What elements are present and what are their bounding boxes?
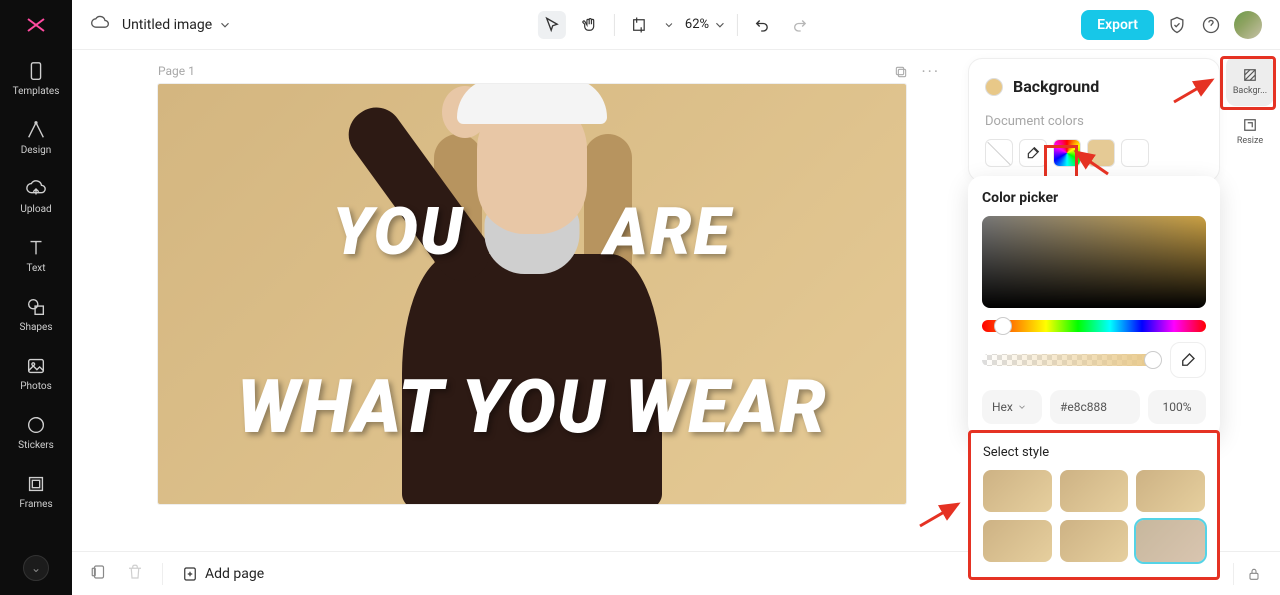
doc-colors-row (985, 139, 1203, 167)
zoom-value: 62% (685, 17, 709, 32)
style-option-2[interactable] (1060, 470, 1129, 512)
rail-label: Design (21, 145, 52, 156)
style-option-6[interactable] (1136, 520, 1205, 562)
select-style-card: Select style (968, 430, 1220, 580)
rail-design[interactable]: Design (0, 109, 72, 168)
help-icon[interactable] (1200, 14, 1222, 36)
add-page-button[interactable]: Add page (181, 565, 264, 583)
document-title-text: Untitled image (122, 17, 212, 33)
app-logo[interactable] (0, 0, 72, 50)
panel-title: Background (1013, 77, 1099, 96)
doc-colors-label: Document colors (985, 114, 1203, 129)
document-title[interactable]: Untitled image (122, 17, 232, 33)
shield-icon[interactable] (1166, 14, 1188, 36)
rail-label: Frames (19, 499, 52, 510)
swatch-tan[interactable] (1087, 139, 1115, 167)
rail-label: Templates (13, 86, 60, 97)
background-tab[interactable]: Backgr... (1226, 56, 1274, 106)
top-center-tools: 62% (538, 11, 814, 39)
hue-slider[interactable] (982, 320, 1206, 332)
separator (614, 14, 615, 36)
redo-button[interactable] (786, 11, 814, 39)
rail-more[interactable]: ⌄ (0, 555, 72, 595)
rail-templates[interactable]: Templates (0, 50, 72, 109)
opacity-thumb[interactable] (1144, 351, 1162, 369)
trash-icon[interactable] (126, 563, 144, 585)
page-label: Page 1 (158, 64, 195, 78)
style-option-5[interactable] (1060, 520, 1129, 562)
undo-button[interactable] (748, 11, 776, 39)
user-avatar[interactable] (1234, 11, 1262, 39)
saturation-field[interactable] (982, 216, 1206, 308)
swatch-white[interactable] (1121, 139, 1149, 167)
page-tools: ··· (893, 62, 940, 81)
slogan-line2[interactable]: WHAT YOU WEAR (158, 364, 906, 451)
cloud-sync-icon[interactable] (90, 13, 110, 37)
rail-shapes[interactable]: Shapes (0, 286, 72, 345)
resize-tab[interactable]: Resize (1226, 106, 1274, 156)
topbar: Untitled image 62% Export (72, 0, 1280, 50)
color-picker-title: Color picker (982, 190, 1206, 206)
lock-icon[interactable] (1246, 566, 1262, 582)
design-canvas[interactable]: YOUARE WHAT YOU WEAR (158, 84, 906, 504)
eyedropper-button[interactable] (1170, 342, 1206, 378)
opacity-slider[interactable] (982, 354, 1160, 366)
rail-label: Stickers (18, 440, 54, 451)
rail-label: Photos (20, 381, 52, 392)
chevron-down-icon (713, 18, 727, 32)
cursor-tool[interactable] (538, 11, 566, 39)
swatch-color-picker[interactable] (1053, 139, 1081, 167)
slogan-line1[interactable]: YOUARE (158, 194, 906, 271)
swatch-none[interactable] (985, 139, 1013, 167)
property-rail: Backgr... Resize (1220, 50, 1280, 170)
current-color-swatch (985, 78, 1003, 96)
select-style-title: Select style (983, 445, 1205, 460)
rail-label: Text (26, 263, 45, 274)
chevron-down-icon[interactable] (663, 19, 675, 31)
resize-tab-label: Resize (1237, 136, 1263, 146)
color-picker-popover: Color picker Hex #e8c888 100% (968, 176, 1220, 438)
left-rail: Templates Design Upload Text Shapes Phot… (0, 0, 72, 595)
rail-upload[interactable]: Upload (0, 168, 72, 227)
style-option-4[interactable] (983, 520, 1052, 562)
separator (737, 14, 738, 36)
chevron-down-icon (218, 18, 232, 32)
zoom-level[interactable]: 62% (685, 17, 727, 32)
rail-stickers[interactable]: Stickers (0, 404, 72, 463)
opacity-value[interactable]: 100% (1148, 390, 1206, 424)
top-right: Export (1081, 10, 1262, 40)
rail-text[interactable]: Text (0, 227, 72, 286)
crop-tool[interactable] (625, 11, 653, 39)
rail-label: Shapes (20, 322, 53, 333)
pages-thumb-icon[interactable] (90, 563, 108, 585)
rail-photos[interactable]: Photos (0, 345, 72, 404)
background-panel: Background × Document colors (968, 58, 1220, 182)
canvas-area: Page 1 ··· YOUARE WHAT YOU WEAR (72, 50, 960, 551)
close-icon[interactable]: × (1193, 78, 1203, 96)
hand-tool[interactable] (576, 11, 604, 39)
rail-label: Upload (20, 204, 51, 215)
color-mode-select[interactable]: Hex (982, 390, 1042, 424)
export-button[interactable]: Export (1081, 10, 1154, 40)
duplicate-icon[interactable] (893, 64, 909, 80)
background-tab-label: Backgr... (1233, 86, 1267, 96)
style-option-1[interactable] (983, 470, 1052, 512)
style-option-3[interactable] (1136, 470, 1205, 512)
hue-thumb[interactable] (994, 317, 1012, 335)
more-icon[interactable]: ··· (921, 62, 940, 81)
swatch-eyedropper[interactable] (1019, 139, 1047, 167)
add-page-label: Add page (205, 566, 264, 582)
hex-value-input[interactable]: #e8c888 (1050, 390, 1140, 424)
rail-frames[interactable]: Frames (0, 463, 72, 522)
